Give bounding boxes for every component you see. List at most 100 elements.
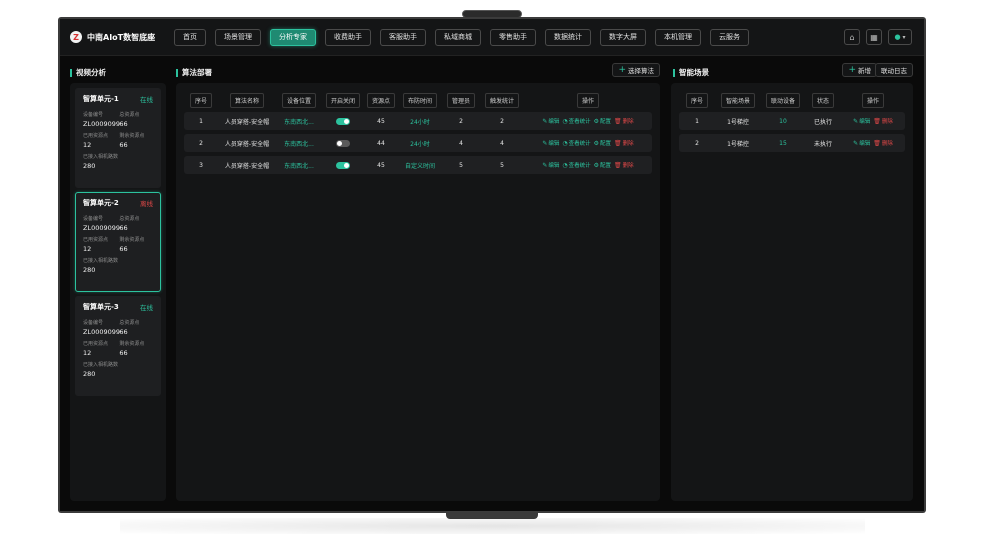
- delete-action[interactable]: 🗑 删除: [873, 117, 893, 126]
- add-scene-button[interactable]: + 新增: [842, 63, 877, 77]
- unit-kv-row: 设备编号 ZL0009099 总资源点 66: [83, 215, 153, 232]
- algo-cell-toggle: [322, 156, 364, 174]
- delete-action[interactable]: 🗑 删除: [614, 139, 634, 148]
- unit-kv-value: 280: [83, 370, 96, 378]
- unit-kv: 设备编号 ZL0009099: [83, 319, 120, 336]
- unit-kv: 设备编号 ZL0009099: [83, 111, 120, 128]
- unit-name: 智算单元-2: [83, 199, 119, 207]
- select-algorithm-button[interactable]: + 选择算法: [612, 63, 660, 77]
- dashboard-icon[interactable]: ▦: [866, 29, 882, 45]
- unit-kv: 设备编号 ZL0009099: [83, 215, 120, 232]
- unit-status-badge: 离线: [140, 200, 153, 208]
- edit-action[interactable]: ✎ 编辑: [853, 139, 870, 148]
- config-action-label: 配置: [600, 141, 612, 147]
- unit-kv: 剩余资源点 66: [119, 132, 153, 149]
- chart-icon: ◔: [562, 117, 568, 125]
- enable-toggle[interactable]: [336, 139, 350, 147]
- video-analysis-section: 视频分析 智算单元-1 在线 设备编号 ZL0009099 总资源点 66 已用资源点 12 剩…: [70, 63, 166, 501]
- unit-kv: 已接入相机路数 280: [83, 361, 119, 378]
- unit-kv-label: 剩余资源点: [119, 341, 145, 347]
- scene-table: 序号 智能场景 联动设备 状态 操作 1 1号梯控 10 已执行 ✎ 编辑 🗑 删除 2 1号梯控 15 未执…: [679, 89, 905, 156]
- view-action[interactable]: ◔ 查看统计: [562, 139, 590, 148]
- algo-cell-name: 人员穿搭-安全帽: [218, 156, 276, 174]
- enable-toggle[interactable]: [336, 117, 350, 125]
- algo-cell-location: 东南西北...: [276, 134, 322, 152]
- unit-kv: 剩余资源点 66: [119, 340, 153, 357]
- algo-col-header: 设备位置: [276, 93, 322, 108]
- table-row: 3 人员穿搭-安全帽 东南西北... 45 自定义时间 5 5 ✎ 编辑 ◔ 查看统计 ⚙ 配置 🗑 删除: [184, 156, 652, 174]
- table-row: 1 1号梯控 10 已执行 ✎ 编辑 🗑 删除: [679, 112, 905, 130]
- unit-kv-row: 已用资源点 12 剩余资源点 66: [83, 236, 153, 253]
- nav-item-10[interactable]: 云服务: [710, 28, 749, 46]
- delete-action[interactable]: 🗑 删除: [873, 139, 893, 148]
- nav-item-5[interactable]: 私域商城: [435, 28, 481, 46]
- scene-table-panel: 序号 智能场景 联动设备 状态 操作 1 1号梯控 10 已执行 ✎ 编辑 🗑 删除 2 1号梯控 15 未执…: [671, 83, 913, 501]
- nav-item-0[interactable]: 首页: [174, 28, 206, 46]
- logo-icon: Z: [70, 31, 82, 43]
- algo-cell-location: 东南西北...: [276, 112, 322, 130]
- view-action[interactable]: ◔ 查看统计: [562, 161, 591, 170]
- scene-col-header-label: 序号: [685, 93, 708, 108]
- algo-col-header-label: 触发统计: [484, 93, 519, 108]
- smart-scene-section: 智能场景 + 新增 联动日志 序号 智能场景 联动设备 状态 操作 1 1号梯控 10 已执行…: [671, 63, 913, 501]
- compute-unit-card[interactable]: 智算单元-1 在线 设备编号 ZL0009099 总资源点 66 已用资源点 12 剩余资源点 6…: [75, 88, 161, 188]
- nav-item-1[interactable]: 场景管理: [215, 28, 261, 46]
- scene-cell-idx: 1: [679, 112, 715, 130]
- unit-kv-row: 已用资源点 12 剩余资源点 66: [83, 132, 153, 149]
- config-action[interactable]: ⚙ 配置: [594, 139, 612, 148]
- unit-kv-label: 设备编号: [83, 320, 104, 326]
- compute-unit-card[interactable]: 智算单元-2 离线设备编号 ZL0009099 总资源点 66 已用资源点 12 剩余资源点 6…: [75, 192, 161, 292]
- config-action[interactable]: ⚙ 配置: [594, 161, 611, 170]
- scene-cell-ops: ✎ 编辑 🗑 删除: [841, 112, 905, 130]
- view-action-label: 查看统计: [568, 163, 591, 169]
- algo-col-header-label: 设备位置: [281, 93, 316, 108]
- compute-unit-card[interactable]: 智算单元-3 在线 设备编号 ZL0009099 总资源点 66 已用资源点 12 剩余资源点 6…: [75, 296, 161, 396]
- algo-col-header: 序号: [184, 93, 218, 108]
- user-menu-button[interactable]: ● ▾: [888, 29, 912, 45]
- unit-kv: 已用资源点 12: [83, 340, 117, 357]
- nav-item-9[interactable]: 本机管理: [655, 28, 701, 46]
- unit-kv-label: 总资源点: [119, 216, 140, 222]
- edit-action[interactable]: ✎ 编辑: [542, 117, 559, 126]
- view-action[interactable]: ◔ 查看统计: [562, 117, 590, 126]
- video-analysis-title: 视频分析: [70, 67, 106, 78]
- linkage-log-button[interactable]: 联动日志: [875, 63, 913, 77]
- unit-kv-row: 设备编号 ZL0009099 总资源点 66: [83, 319, 153, 336]
- screen: Z 中南AIoT数智底座 首页 场景管理 分析专家 收费助手 客服助手 私域商城 零售助手数…: [60, 19, 924, 511]
- nav-item-6[interactable]: 零售助手: [490, 28, 536, 46]
- top-icons: ⌂ ▦ ● ▾: [844, 29, 912, 45]
- algo-col-header-label: 算法名称: [229, 93, 264, 108]
- unit-kv-label: 已接入相机路数: [83, 362, 119, 368]
- delete-action-label: 删除: [881, 141, 893, 147]
- unit-kv: 总资源点 66: [119, 111, 153, 128]
- user-icon: ●: [894, 33, 901, 41]
- scene-col-header: 操作: [841, 93, 905, 108]
- algorithm-table: 序号 算法名称 设备位置 开启关闭 资源点 布防时间 管理员 触发统计 操作 1 人员穿搭-安全帽…: [184, 89, 652, 178]
- nav-item-8[interactable]: 数字大屏: [600, 28, 646, 46]
- home-service-icon[interactable]: ⌂: [844, 29, 860, 45]
- algo-col-header: 管理员: [442, 93, 480, 108]
- scene-cell-state: 未执行: [805, 134, 841, 152]
- delete-action[interactable]: 🗑 删除: [614, 161, 634, 170]
- nav-item-2[interactable]: 分析专家: [270, 28, 316, 46]
- trash-icon: 🗑: [614, 117, 622, 125]
- nav-item-3[interactable]: 收费助手: [325, 28, 371, 46]
- algo-cell-ops: ✎ 编辑 ◔ 查看统计 ⚙ 配置 🗑 删除: [524, 134, 652, 152]
- algo-col-header: 算法名称: [218, 93, 276, 108]
- unit-name: 智算单元-1: [83, 95, 119, 103]
- edit-action[interactable]: ✎ 编辑: [853, 117, 870, 126]
- unit-kv-value: 12: [83, 245, 92, 253]
- delete-action[interactable]: 🗑 删除: [614, 117, 634, 126]
- config-action[interactable]: ⚙ 配置: [594, 117, 611, 126]
- algo-col-header: 触发统计: [480, 93, 524, 108]
- edit-icon: ✎: [542, 161, 548, 169]
- scene-cell-name: 1号梯控: [715, 112, 761, 130]
- app-logo[interactable]: Z 中南AIoT数智底座: [70, 31, 174, 43]
- row-actions: ✎ 编辑 🗑 删除: [841, 117, 905, 126]
- edit-action[interactable]: ✎ 编辑: [542, 139, 559, 148]
- edit-action[interactable]: ✎ 编辑: [542, 161, 559, 170]
- enable-toggle[interactable]: [336, 161, 350, 169]
- nav-item-7[interactable]: 数据统计: [545, 28, 591, 46]
- nav-item-4[interactable]: 客服助手: [380, 28, 426, 46]
- smart-scene-title: 智能场景: [673, 67, 709, 78]
